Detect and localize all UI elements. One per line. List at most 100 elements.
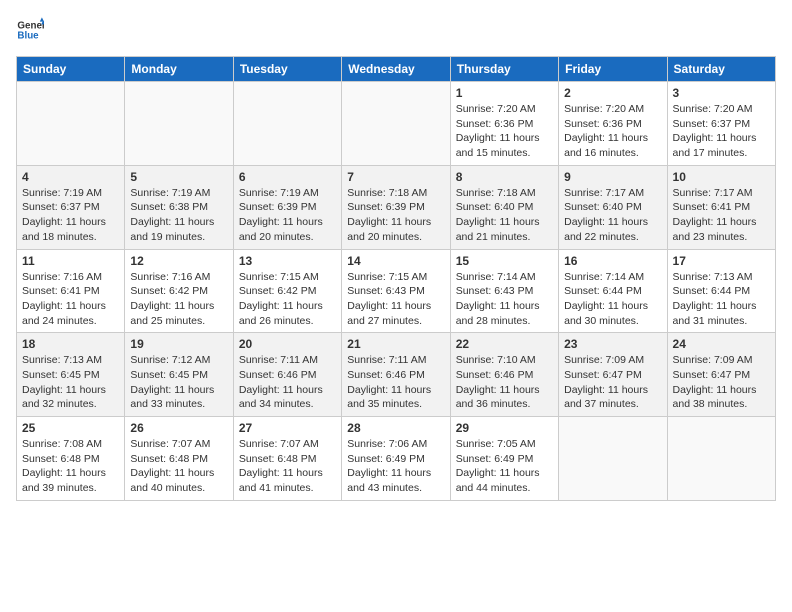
calendar-week-row: 11Sunrise: 7:16 AM Sunset: 6:41 PM Dayli… — [17, 249, 776, 333]
calendar-cell: 21Sunrise: 7:11 AM Sunset: 6:46 PM Dayli… — [342, 333, 450, 417]
day-number: 18 — [22, 337, 119, 351]
calendar-week-row: 1 Sunrise: 7:20 AM Sunset: 6:36 PM Daylig… — [17, 82, 776, 166]
calendar-cell: 9 Sunrise: 7:17 AM Sunset: 6:40 PM Daylig… — [559, 165, 667, 249]
calendar-cell — [233, 82, 341, 166]
day-info: Sunrise: 7:19 AM Sunset: 6:37 PM Dayligh… — [22, 186, 119, 245]
day-info: Sunrise: 7:18 AM Sunset: 6:39 PM Dayligh… — [347, 186, 444, 245]
day-info: Sunrise: 7:20 AM Sunset: 6:37 PM Dayligh… — [673, 102, 770, 161]
calendar-cell: 28 Sunrise: 7:06 AM Sunset: 6:49 PM Dayli… — [342, 417, 450, 501]
calendar-cell — [559, 417, 667, 501]
day-info: Sunrise: 7:11 AM Sunset: 6:46 PM Dayligh… — [347, 353, 444, 412]
day-info: Sunrise: 7:07 AM Sunset: 6:48 PM Dayligh… — [239, 437, 336, 496]
day-number: 14 — [347, 254, 444, 268]
calendar-cell: 19 Sunrise: 7:12 AM Sunset: 6:45 PM Dayli… — [125, 333, 233, 417]
day-number: 4 — [22, 170, 119, 184]
calendar-cell: 17 Sunrise: 7:13 AM Sunset: 6:44 PM Dayli… — [667, 249, 775, 333]
day-number: 22 — [456, 337, 553, 351]
day-number: 16 — [564, 254, 661, 268]
day-header-friday: Friday — [559, 57, 667, 82]
day-number: 29 — [456, 421, 553, 435]
day-info: Sunrise: 7:18 AM Sunset: 6:40 PM Dayligh… — [456, 186, 553, 245]
calendar-cell: 7 Sunrise: 7:18 AM Sunset: 6:39 PM Daylig… — [342, 165, 450, 249]
day-number: 5 — [130, 170, 227, 184]
calendar-cell: 6 Sunrise: 7:19 AM Sunset: 6:39 PM Daylig… — [233, 165, 341, 249]
calendar-cell: 29 Sunrise: 7:05 AM Sunset: 6:49 PM Dayli… — [450, 417, 558, 501]
day-info: Sunrise: 7:09 AM Sunset: 6:47 PM Dayligh… — [673, 353, 770, 412]
calendar-cell: 12 Sunrise: 7:16 AM Sunset: 6:42 PM Dayli… — [125, 249, 233, 333]
day-number: 17 — [673, 254, 770, 268]
day-number: 13 — [239, 254, 336, 268]
day-header-thursday: Thursday — [450, 57, 558, 82]
day-info: Sunrise: 7:14 AM Sunset: 6:43 PM Dayligh… — [456, 270, 553, 329]
day-header-wednesday: Wednesday — [342, 57, 450, 82]
day-number: 7 — [347, 170, 444, 184]
day-info: Sunrise: 7:08 AM Sunset: 6:48 PM Dayligh… — [22, 437, 119, 496]
calendar-cell: 20 Sunrise: 7:11 AM Sunset: 6:46 PM Dayli… — [233, 333, 341, 417]
calendar-cell: 23 Sunrise: 7:09 AM Sunset: 6:47 PM Dayli… — [559, 333, 667, 417]
day-info: Sunrise: 7:07 AM Sunset: 6:48 PM Dayligh… — [130, 437, 227, 496]
day-number: 27 — [239, 421, 336, 435]
calendar-cell: 3 Sunrise: 7:20 AM Sunset: 6:37 PM Daylig… — [667, 82, 775, 166]
day-header-saturday: Saturday — [667, 57, 775, 82]
day-number: 26 — [130, 421, 227, 435]
day-number: 19 — [130, 337, 227, 351]
calendar-cell: 8 Sunrise: 7:18 AM Sunset: 6:40 PM Daylig… — [450, 165, 558, 249]
day-number: 3 — [673, 86, 770, 100]
day-info: Sunrise: 7:20 AM Sunset: 6:36 PM Dayligh… — [456, 102, 553, 161]
calendar-cell: 5Sunrise: 7:19 AM Sunset: 6:38 PM Daylig… — [125, 165, 233, 249]
day-number: 12 — [130, 254, 227, 268]
day-info: Sunrise: 7:15 AM Sunset: 6:43 PM Dayligh… — [347, 270, 444, 329]
day-info: Sunrise: 7:17 AM Sunset: 6:41 PM Dayligh… — [673, 186, 770, 245]
day-number: 20 — [239, 337, 336, 351]
calendar-cell: 2Sunrise: 7:20 AM Sunset: 6:36 PM Daylig… — [559, 82, 667, 166]
calendar-cell: 10 Sunrise: 7:17 AM Sunset: 6:41 PM Dayli… — [667, 165, 775, 249]
calendar-cell: 4 Sunrise: 7:19 AM Sunset: 6:37 PM Daylig… — [17, 165, 125, 249]
calendar-cell — [667, 417, 775, 501]
day-info: Sunrise: 7:06 AM Sunset: 6:49 PM Dayligh… — [347, 437, 444, 496]
calendar-cell: 11Sunrise: 7:16 AM Sunset: 6:41 PM Dayli… — [17, 249, 125, 333]
calendar-cell: 22 Sunrise: 7:10 AM Sunset: 6:46 PM Dayli… — [450, 333, 558, 417]
day-info: Sunrise: 7:16 AM Sunset: 6:41 PM Dayligh… — [22, 270, 119, 329]
calendar-cell: 14 Sunrise: 7:15 AM Sunset: 6:43 PM Dayli… — [342, 249, 450, 333]
day-number: 23 — [564, 337, 661, 351]
day-info: Sunrise: 7:15 AM Sunset: 6:42 PM Dayligh… — [239, 270, 336, 329]
day-number: 25 — [22, 421, 119, 435]
calendar-cell — [342, 82, 450, 166]
day-info: Sunrise: 7:10 AM Sunset: 6:46 PM Dayligh… — [456, 353, 553, 412]
day-info: Sunrise: 7:09 AM Sunset: 6:47 PM Dayligh… — [564, 353, 661, 412]
day-info: Sunrise: 7:11 AM Sunset: 6:46 PM Dayligh… — [239, 353, 336, 412]
calendar-week-row: 18Sunrise: 7:13 AM Sunset: 6:45 PM Dayli… — [17, 333, 776, 417]
calendar-cell: 27 Sunrise: 7:07 AM Sunset: 6:48 PM Dayli… — [233, 417, 341, 501]
day-number: 15 — [456, 254, 553, 268]
day-number: 9 — [564, 170, 661, 184]
day-info: Sunrise: 7:05 AM Sunset: 6:49 PM Dayligh… — [456, 437, 553, 496]
day-info: Sunrise: 7:17 AM Sunset: 6:40 PM Dayligh… — [564, 186, 661, 245]
calendar-cell: 16Sunrise: 7:14 AM Sunset: 6:44 PM Dayli… — [559, 249, 667, 333]
calendar-cell: 25 Sunrise: 7:08 AM Sunset: 6:48 PM Dayli… — [17, 417, 125, 501]
calendar-week-row: 25 Sunrise: 7:08 AM Sunset: 6:48 PM Dayli… — [17, 417, 776, 501]
day-number: 10 — [673, 170, 770, 184]
calendar-cell: 18Sunrise: 7:13 AM Sunset: 6:45 PM Dayli… — [17, 333, 125, 417]
day-info: Sunrise: 7:12 AM Sunset: 6:45 PM Dayligh… — [130, 353, 227, 412]
day-info: Sunrise: 7:13 AM Sunset: 6:44 PM Dayligh… — [673, 270, 770, 329]
day-number: 2 — [564, 86, 661, 100]
calendar-cell: 13 Sunrise: 7:15 AM Sunset: 6:42 PM Dayli… — [233, 249, 341, 333]
day-info: Sunrise: 7:16 AM Sunset: 6:42 PM Dayligh… — [130, 270, 227, 329]
calendar-header-row: SundayMondayTuesdayWednesdayThursdayFrid… — [17, 57, 776, 82]
day-number: 6 — [239, 170, 336, 184]
day-number: 24 — [673, 337, 770, 351]
day-info: Sunrise: 7:19 AM Sunset: 6:39 PM Dayligh… — [239, 186, 336, 245]
calendar-cell: 15 Sunrise: 7:14 AM Sunset: 6:43 PM Dayli… — [450, 249, 558, 333]
day-number: 28 — [347, 421, 444, 435]
logo-icon: General Blue — [16, 16, 44, 44]
calendar-table: SundayMondayTuesdayWednesdayThursdayFrid… — [16, 56, 776, 501]
day-number: 8 — [456, 170, 553, 184]
day-header-tuesday: Tuesday — [233, 57, 341, 82]
svg-text:Blue: Blue — [17, 30, 39, 41]
calendar-cell — [125, 82, 233, 166]
day-header-monday: Monday — [125, 57, 233, 82]
calendar-week-row: 4 Sunrise: 7:19 AM Sunset: 6:37 PM Daylig… — [17, 165, 776, 249]
day-number: 1 — [456, 86, 553, 100]
logo: General Blue — [16, 16, 44, 44]
page-header: General Blue — [16, 16, 776, 44]
